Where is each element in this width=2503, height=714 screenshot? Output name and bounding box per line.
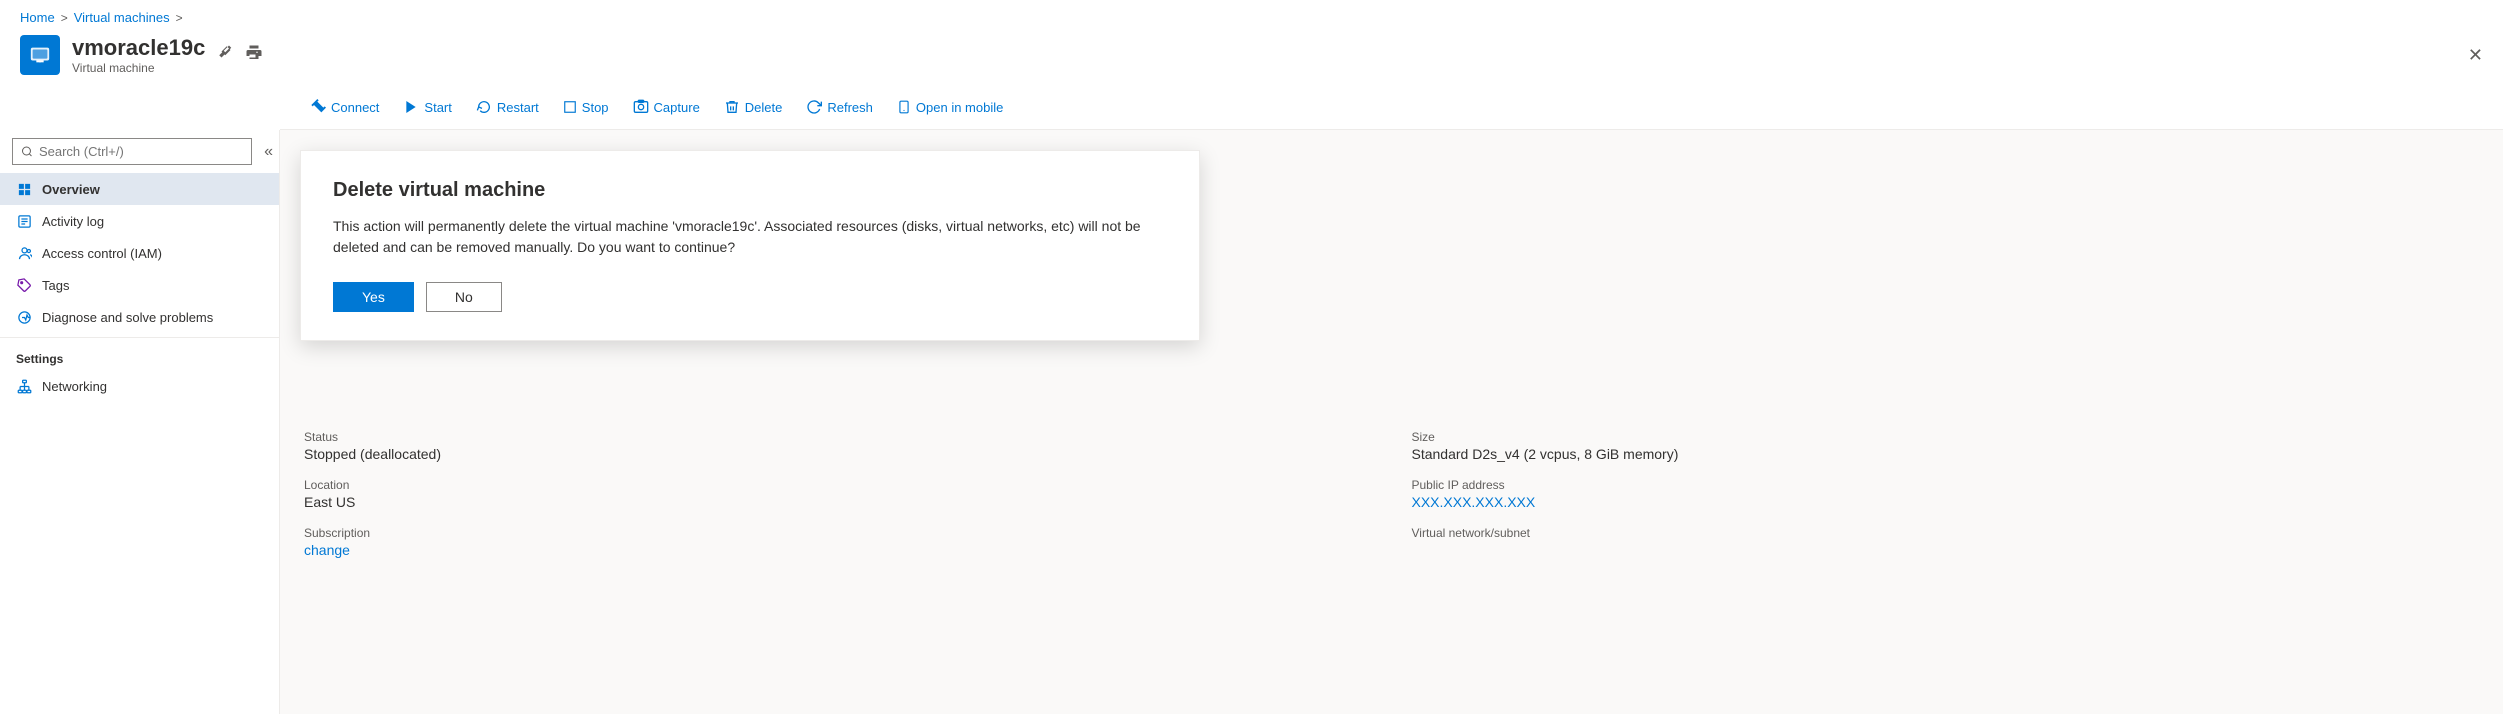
subscription-value: change (304, 542, 1372, 558)
size-value: Standard D2s_v4 (2 vcpus, 8 GiB memory) (1412, 446, 2480, 462)
sidebar-search-container (12, 138, 252, 165)
vnet-label: Virtual network/subnet (1412, 526, 2480, 540)
breadcrumb-home[interactable]: Home (20, 10, 55, 25)
diagnose-label: Diagnose and solve problems (42, 310, 213, 325)
vm-subtitle: Virtual machine (72, 61, 205, 75)
delete-dialog: Delete virtual machine This action will … (300, 150, 1200, 341)
sidebar-item-activity-log[interactable]: Activity log (0, 205, 279, 237)
iam-icon (16, 245, 32, 261)
activity-log-icon (16, 213, 32, 229)
print-button[interactable] (245, 44, 263, 67)
public-ip-item: Public IP address XXX.XXX.XXX.XXX (1412, 478, 2480, 510)
start-button[interactable]: Start (393, 93, 461, 121)
sidebar-item-overview[interactable]: Overview (0, 173, 279, 205)
vm-title-group: vmoracle19c Virtual machine (72, 35, 205, 75)
size-label: Size (1412, 430, 2480, 444)
overview-label: Overview (42, 182, 100, 197)
restart-button[interactable]: Restart (466, 93, 549, 121)
main-content: Delete virtual machine This action will … (280, 130, 2503, 714)
refresh-button[interactable]: Refresh (796, 93, 883, 121)
dialog-yes-button[interactable]: Yes (333, 282, 414, 312)
subscription-label: Subscription (304, 526, 1372, 540)
toolbar: Connect Start Restart Stop Capture Delet… (280, 85, 2503, 130)
breadcrumb-sep2: > (176, 11, 183, 25)
dialog-title: Delete virtual machine (333, 179, 1167, 202)
sidebar: « Overview Activity log Access control (… (0, 130, 280, 714)
diagnose-icon (16, 309, 32, 325)
vm-name: vmoracle19c (72, 35, 205, 61)
public-ip-value[interactable]: XXX.XXX.XXX.XXX (1412, 494, 2480, 510)
breadcrumb-vms[interactable]: Virtual machines (74, 10, 170, 25)
settings-section: Settings (0, 337, 279, 370)
search-input[interactable] (39, 144, 243, 159)
location-label: Location (304, 478, 1372, 492)
open-mobile-button[interactable]: Open in mobile (887, 93, 1013, 121)
connect-button[interactable]: Connect (300, 93, 389, 121)
networking-icon (16, 378, 32, 394)
header-icons (217, 44, 263, 67)
sidebar-item-diagnose[interactable]: Diagnose and solve problems (0, 301, 279, 333)
size-item: Size Standard D2s_v4 (2 vcpus, 8 GiB mem… (1412, 430, 2480, 462)
layout: « Overview Activity log Access control (… (0, 130, 2503, 714)
sidebar-item-tags[interactable]: Tags (0, 269, 279, 301)
dialog-body: This action will permanently delete the … (333, 216, 1167, 258)
dialog-buttons: Yes No (333, 282, 1167, 312)
subscription-item: Subscription change (304, 526, 1372, 558)
breadcrumb-sep1: > (61, 11, 68, 25)
tags-icon (16, 277, 32, 293)
delete-button[interactable]: Delete (714, 93, 793, 121)
tags-label: Tags (42, 278, 69, 293)
sidebar-collapse-button[interactable]: « (264, 143, 273, 161)
status-label: Status (304, 430, 1372, 444)
status-value: Stopped (deallocated) (304, 446, 1372, 462)
dialog-no-button[interactable]: No (426, 282, 502, 312)
location-item: Location East US (304, 478, 1372, 510)
details-grid: Status Stopped (deallocated) Size Standa… (304, 430, 2479, 558)
vm-icon (20, 35, 60, 75)
location-value: East US (304, 494, 1372, 510)
breadcrumb: Home > Virtual machines > (0, 0, 2503, 31)
public-ip-label: Public IP address (1412, 478, 2480, 492)
networking-label: Networking (42, 379, 107, 394)
sidebar-item-networking[interactable]: Networking (0, 370, 279, 402)
close-button[interactable]: ✕ (2468, 45, 2483, 66)
sidebar-item-iam[interactable]: Access control (IAM) (0, 237, 279, 269)
vnet-item: Virtual network/subnet (1412, 526, 2480, 558)
pin-button[interactable] (217, 44, 235, 67)
overview-icon (16, 181, 32, 197)
subscription-change-link[interactable]: change (304, 542, 350, 558)
iam-label: Access control (IAM) (42, 246, 162, 261)
page-header-left: vmoracle19c Virtual machine (20, 35, 263, 75)
stop-button[interactable]: Stop (553, 94, 619, 121)
activity-log-label: Activity log (42, 214, 104, 229)
search-icon (21, 145, 33, 158)
status-item: Status Stopped (deallocated) (304, 430, 1372, 462)
page-header: vmoracle19c Virtual machine ✕ (0, 31, 2503, 85)
capture-button[interactable]: Capture (623, 93, 710, 121)
